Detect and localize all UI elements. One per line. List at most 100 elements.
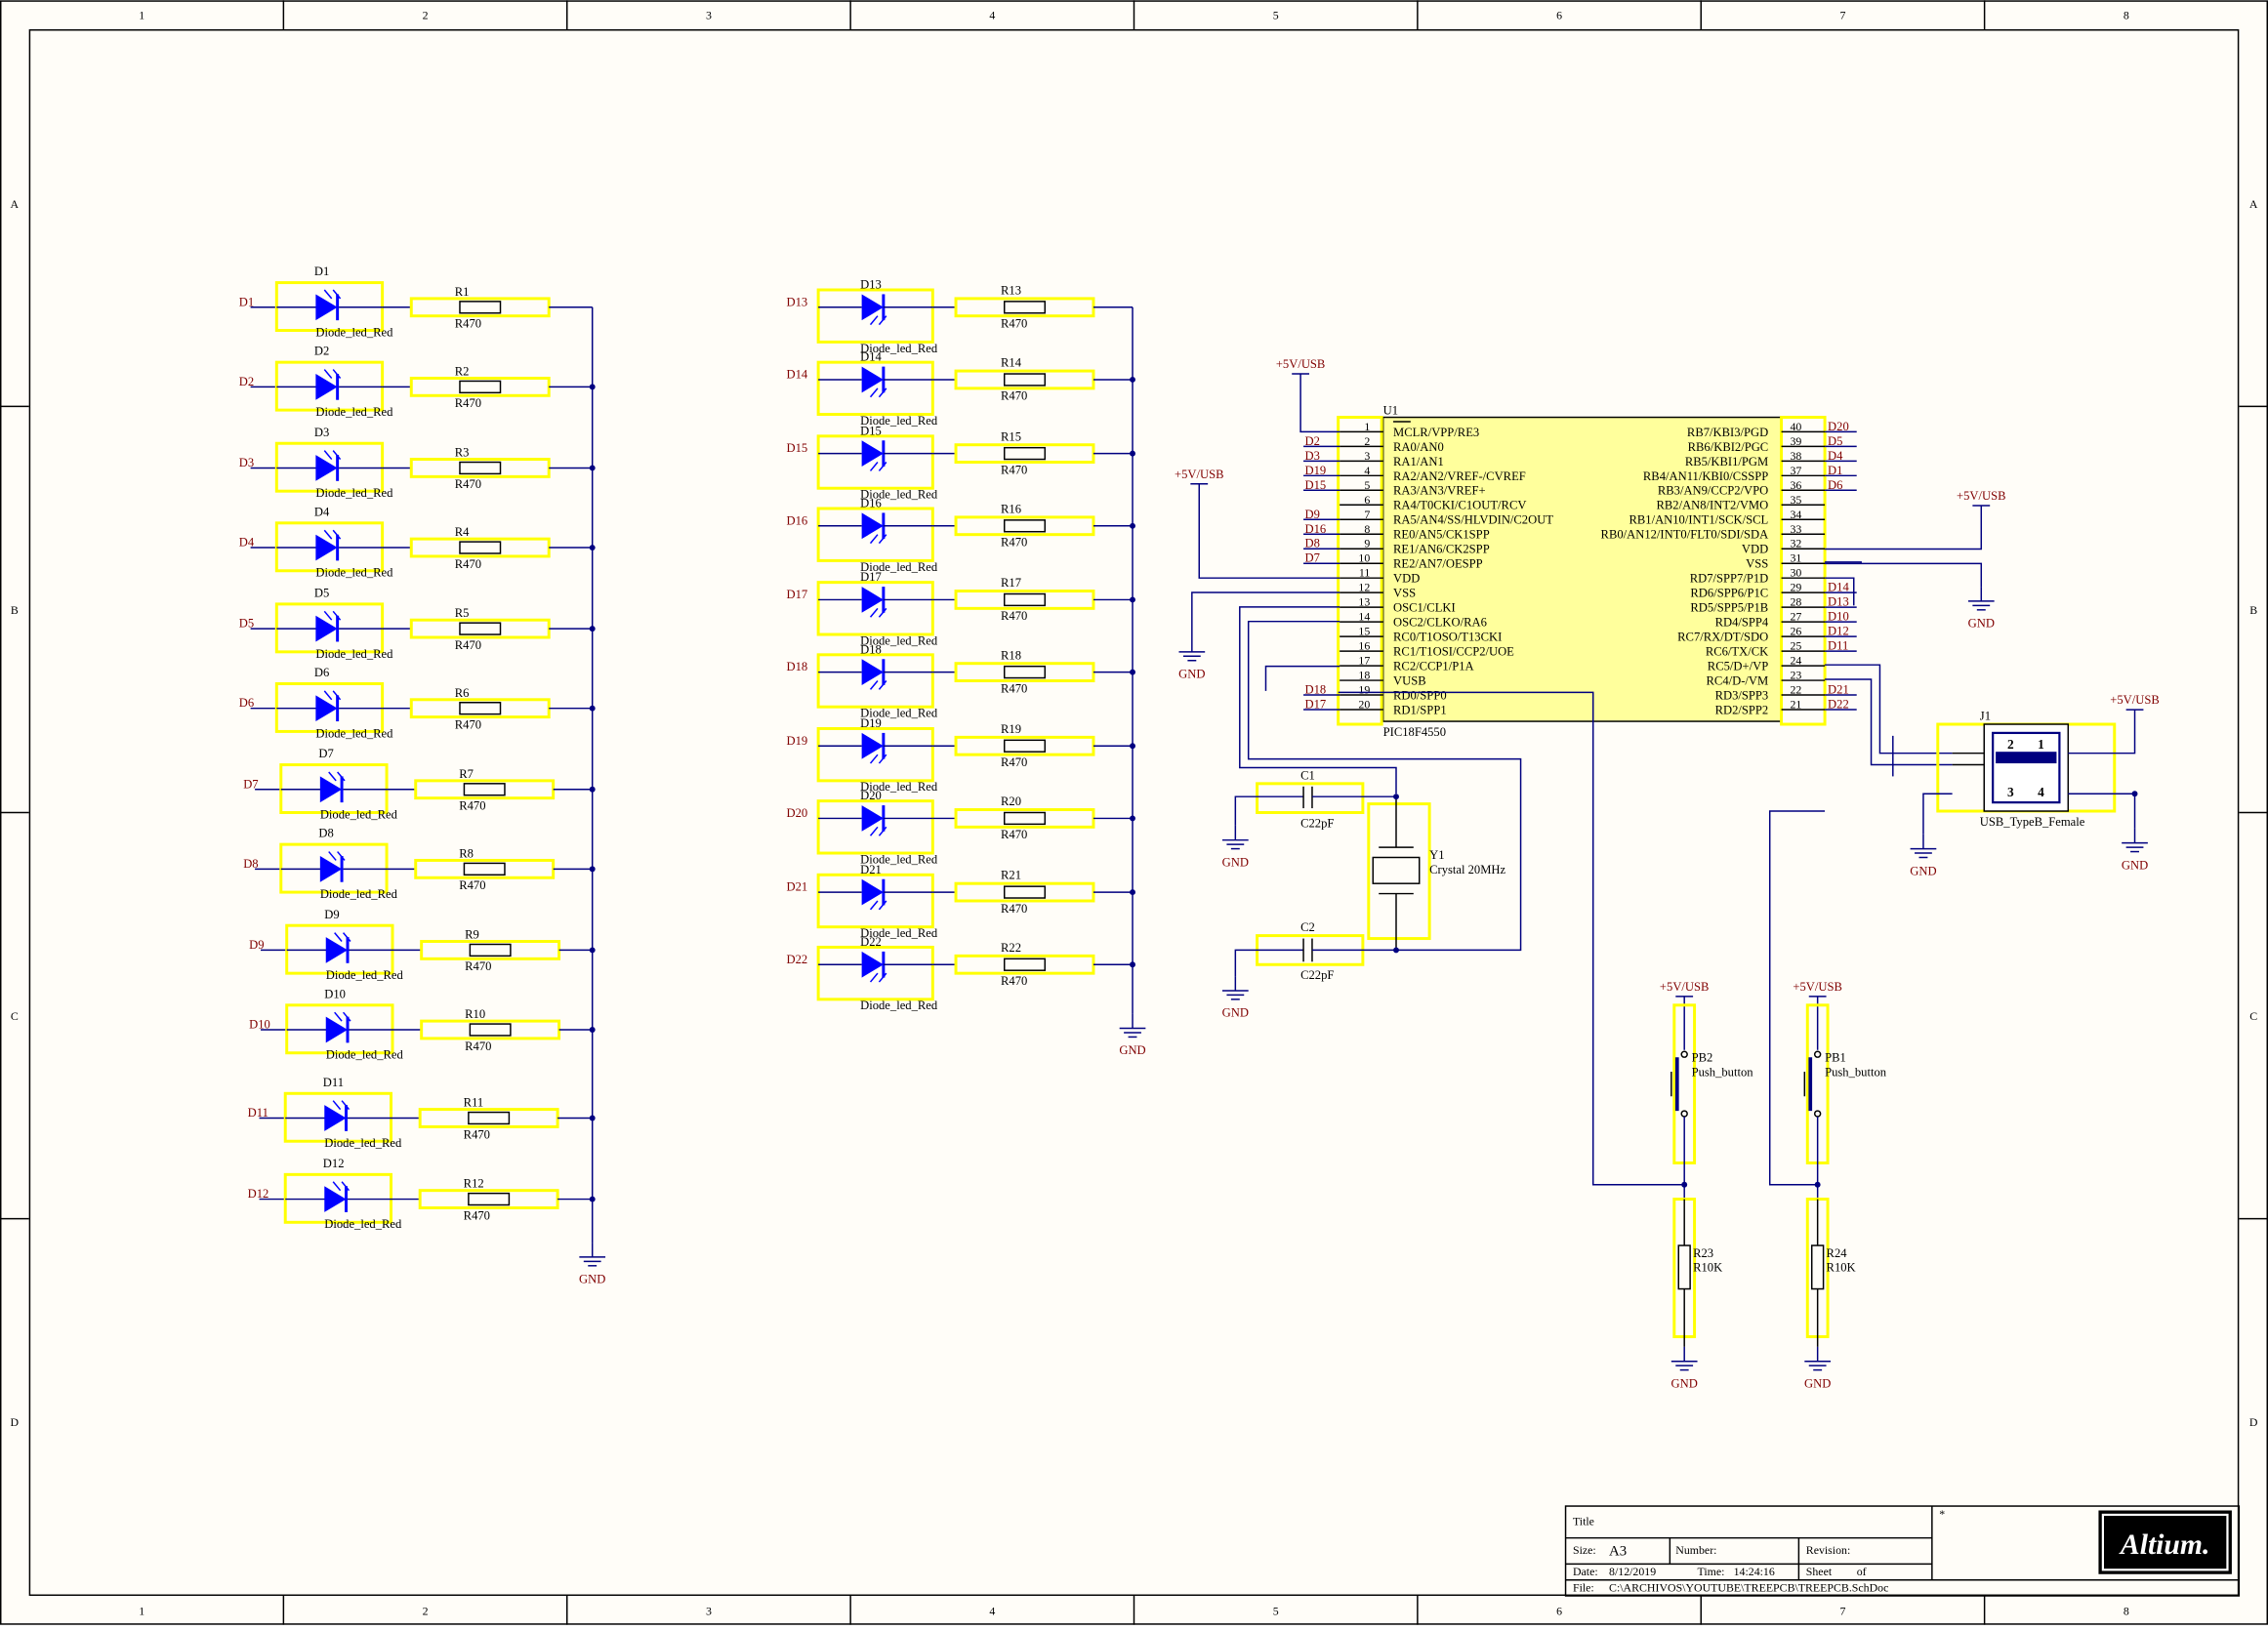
- pin-name: RB0/AN12/INT0/FLT0/SDI/SDA: [1601, 528, 1769, 542]
- led-designator: D9: [324, 908, 339, 921]
- led-type: Diode_led_Red: [320, 887, 398, 901]
- zone-label-bottom: 2: [423, 1604, 429, 1617]
- pin-number: 35: [1790, 493, 1801, 507]
- net-label: D13: [1828, 595, 1849, 609]
- pin-name: RD0/SPP0: [1393, 688, 1447, 702]
- pin-number: 16: [1358, 639, 1370, 653]
- cap-designator: C2: [1300, 920, 1315, 934]
- pin-number: 26: [1790, 625, 1801, 638]
- resistor-value: R470: [464, 1208, 490, 1222]
- pin-number: 25: [1790, 639, 1801, 653]
- resistor-value: R470: [455, 477, 481, 491]
- resistor-value: R470: [1001, 389, 1027, 403]
- pin-number: 22: [1790, 683, 1801, 697]
- net-label: D21: [1828, 683, 1849, 697]
- cap-designator: C1: [1300, 768, 1315, 782]
- pin-name: RD5/SPP5/P1B: [1690, 601, 1768, 615]
- zone-label-top: 8: [2124, 9, 2129, 22]
- pin-number: 4: [1364, 464, 1370, 477]
- resistor-value: R470: [455, 317, 481, 331]
- pb-designator: PB1: [1825, 1051, 1846, 1065]
- pin-number: 36: [1790, 478, 1801, 492]
- resistor-designator: R6: [455, 686, 470, 700]
- led-designator: D18: [860, 642, 882, 656]
- resistor-value: R470: [459, 878, 485, 892]
- pin-name: OSC2/CLKO/RA6: [1393, 616, 1487, 630]
- zone-label-top: 5: [1273, 9, 1279, 22]
- net-label: D14: [1828, 581, 1849, 594]
- tb-title: Title: [1573, 1514, 1594, 1528]
- resistor-designator: R10: [465, 1007, 485, 1021]
- pin-number: 40: [1790, 420, 1801, 433]
- net-label: D7: [1305, 551, 1320, 565]
- zone-label-bottom: 6: [1556, 1604, 1562, 1617]
- crystal-value: Crystal 20MHz: [1429, 863, 1505, 876]
- pin-number: 2: [1364, 434, 1370, 448]
- gnd-label: GND: [2122, 858, 2148, 872]
- pin-number: 14: [1358, 610, 1370, 624]
- junction-dot: [2131, 791, 2138, 797]
- pin-name: RB5/KBI1/PGM: [1685, 455, 1768, 469]
- zone-label-top: 2: [423, 9, 429, 22]
- pin-name: RD2/SPP2: [1715, 703, 1769, 716]
- usb-body: [1983, 723, 2070, 812]
- resistor-designator: R12: [464, 1177, 484, 1191]
- zone-label-left: C: [11, 1009, 19, 1023]
- resistor-value: R470: [1001, 536, 1027, 550]
- led-type: Diode_led_Red: [320, 807, 398, 821]
- resistor-value: R10K: [1693, 1261, 1722, 1275]
- pin-name: RC7/RX/DT/SDO: [1677, 631, 1768, 644]
- pin-number: 37: [1790, 464, 1801, 477]
- junction-dot: [1681, 1181, 1688, 1188]
- net-label: D5: [1828, 434, 1842, 448]
- pin-number: 23: [1790, 669, 1801, 682]
- pin-name: RB7/KBI3/PGD: [1687, 426, 1768, 439]
- led-designator: D3: [314, 426, 329, 439]
- zone-label-bottom: 7: [1839, 1604, 1845, 1617]
- resistor-designator: R4: [455, 525, 470, 539]
- zone-label-bottom: 5: [1273, 1604, 1279, 1617]
- resistor-designator: R3: [455, 446, 470, 460]
- pin-name: RC4/D-/VM: [1707, 674, 1769, 688]
- resistor-designator: R16: [1001, 502, 1021, 515]
- pin-number: 28: [1790, 595, 1801, 609]
- resistor-designator: R23: [1693, 1246, 1713, 1260]
- led-type: Diode_led_Red: [315, 726, 393, 740]
- tb-time-value: 14:24:16: [1734, 1565, 1775, 1578]
- mcu-u1: U1 PIC18F4550 1 MCLR/VPP/RE3 2 RA0/AN0 D2 3 RA1/…: [1303, 404, 1857, 739]
- junction-dot: [1393, 947, 1399, 954]
- zone-label-bottom: 8: [2124, 1604, 2129, 1617]
- resistor-designator: R11: [464, 1096, 484, 1110]
- tb-time-label: Time:: [1698, 1565, 1725, 1578]
- resistor-designator: R17: [1001, 576, 1021, 590]
- resistor-designator: R22: [1001, 941, 1021, 955]
- resistor-designator: R5: [455, 606, 470, 620]
- net-label: D9: [1305, 508, 1320, 521]
- gnd-label: GND: [1222, 855, 1249, 869]
- pin-name: RB6/KBI2/PGC: [1688, 440, 1769, 454]
- resistor-value: R470: [464, 1127, 490, 1141]
- led-designator: D19: [860, 716, 882, 730]
- resistor-designator: R1: [455, 285, 470, 299]
- led-designator: D12: [323, 1157, 345, 1170]
- net-label: D15: [786, 441, 807, 455]
- net-label: D17: [786, 588, 807, 601]
- tb-number-label: Number:: [1675, 1543, 1716, 1557]
- zone-label-top: 4: [989, 9, 995, 22]
- resistor-value: R470: [455, 396, 481, 410]
- led-type: Diode_led_Red: [326, 968, 404, 982]
- tb-star: *: [1939, 1507, 1945, 1521]
- net-label: D11: [1828, 639, 1848, 653]
- pin-number: 39: [1790, 434, 1801, 448]
- net-label: D10: [1828, 610, 1849, 624]
- led-designator: D5: [314, 586, 329, 599]
- resistor-value: R470: [465, 1039, 491, 1053]
- pin-name: RB4/AN11/KBI0/CSSPP: [1643, 469, 1768, 483]
- led-designator: D15: [860, 424, 882, 437]
- led-type: Diode_led_Red: [315, 647, 393, 661]
- led-designator: D7: [318, 747, 333, 760]
- net-label: D12: [1828, 625, 1849, 638]
- resistor-value: R470: [1001, 902, 1027, 916]
- resistor-designator: R13: [1001, 283, 1021, 297]
- pin-name: RE2/AN7/OESPP: [1393, 557, 1483, 571]
